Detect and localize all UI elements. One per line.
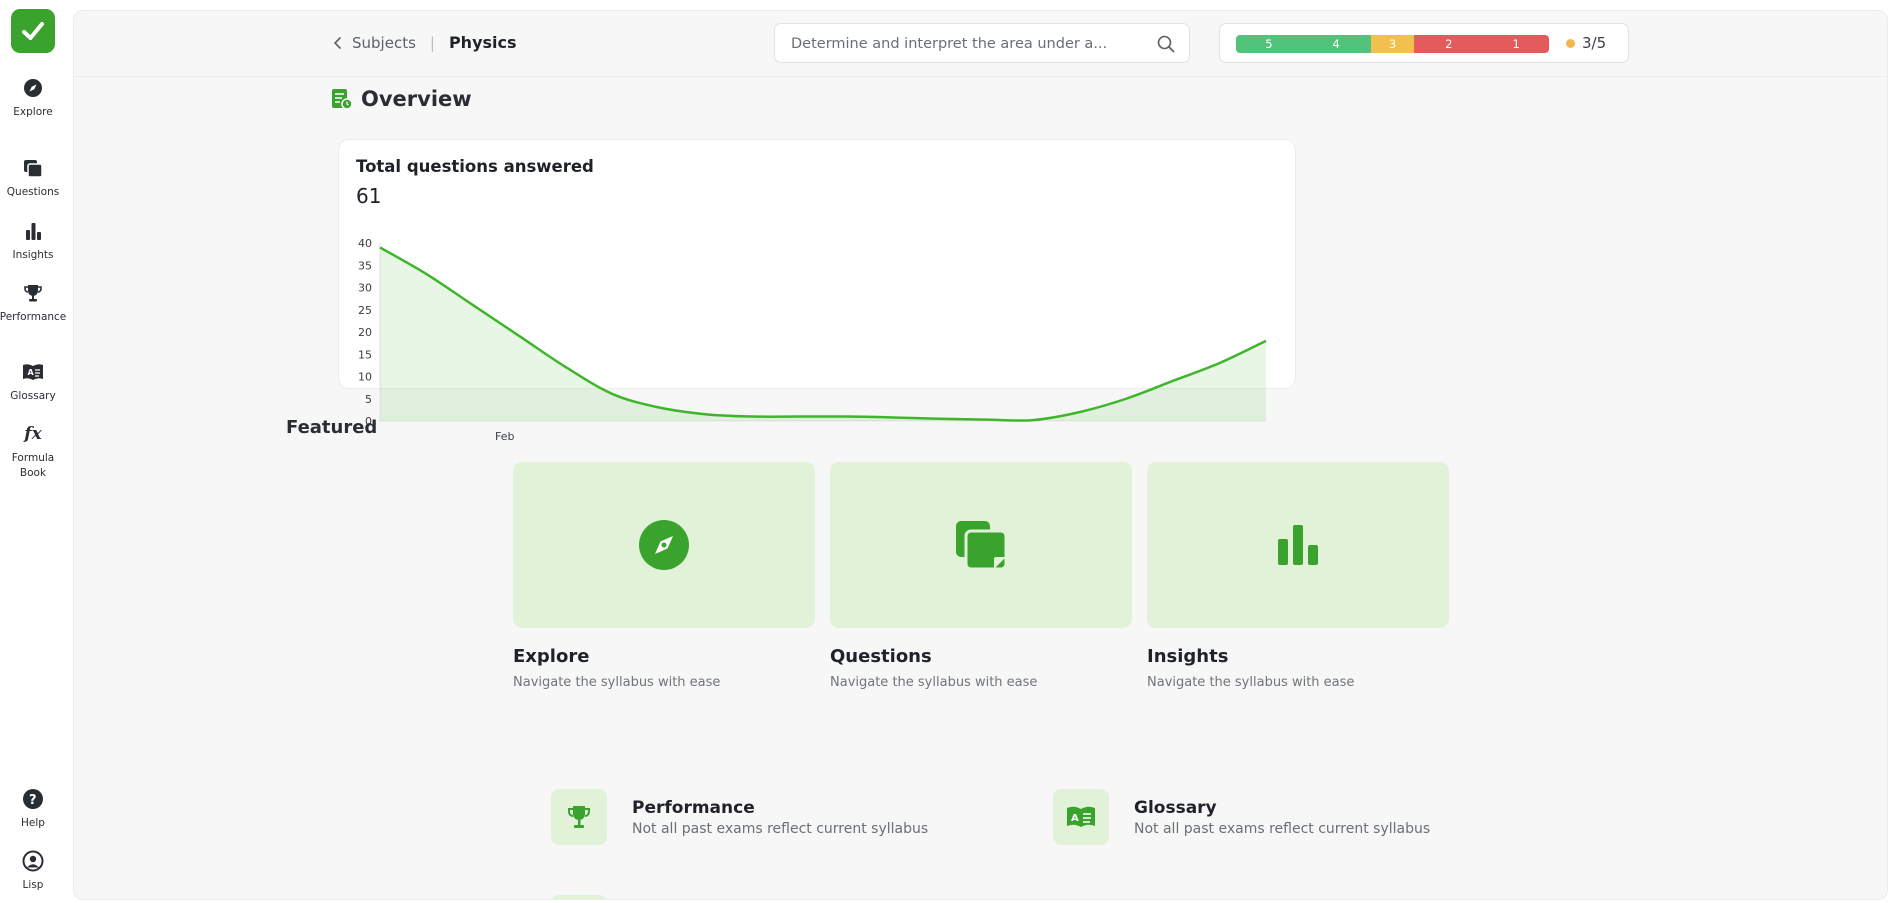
grade-dot (1566, 38, 1575, 48)
help-label: Help (21, 817, 45, 829)
help-button[interactable]: ? Help (0, 787, 66, 831)
card-title: Total questions answered (356, 157, 594, 176)
grade-score-value: 3/5 (1582, 34, 1607, 52)
account-label: Lisp (22, 879, 44, 891)
bar-chart-icon (1147, 462, 1449, 628)
breadcrumb-current: Physics (448, 33, 517, 52)
sidebar-item-insights[interactable]: Insights (0, 219, 66, 263)
cards-icon (830, 462, 1132, 628)
book-icon: A (21, 360, 45, 384)
main-panel: Subjects | Physics 54321 3/5 Overview To… (73, 10, 1888, 900)
fx-icon: fx (24, 424, 42, 444)
grade-segment-5: 5 (1236, 35, 1302, 53)
compass-icon (21, 76, 45, 100)
featured-link-subtitle: Not all past exams reflect current sylla… (1134, 820, 1431, 837)
featured-link-glossary[interactable]: A Glossary Not all past exams reflect cu… (1053, 788, 1430, 846)
y-tick-label: 5 (365, 393, 372, 406)
y-tick-label: 25 (358, 304, 372, 317)
overview-title: Overview (361, 87, 472, 111)
sidebar-item-label: Insights (12, 249, 54, 261)
svg-text:?: ? (29, 793, 37, 808)
check-logo[interactable] (11, 9, 55, 53)
grade-segment-2: 2 (1414, 35, 1484, 53)
sidebar-item-label: Questions (6, 186, 60, 198)
sidebar-item-formula-book[interactable]: fx Formula Book (0, 422, 66, 481)
help-icon: ? (21, 787, 45, 811)
overview-icon (331, 88, 353, 110)
featured-tile-title: Questions (830, 646, 932, 667)
featured-tile-title: Explore (513, 646, 590, 667)
sidebar-item-label: Explore (13, 106, 53, 118)
grade-segment-1: 1 (1483, 35, 1549, 53)
sidebar-item-label: Glossary (10, 390, 56, 402)
featured-tile-title: Insights (1147, 646, 1229, 667)
sidebar-item-label: Formula Book (11, 452, 55, 479)
featured-link-title: Performance (632, 797, 755, 818)
svg-text:A: A (1071, 813, 1079, 824)
search-icon[interactable] (1157, 35, 1175, 53)
overview-heading: Overview (331, 87, 472, 111)
y-tick-label: 20 (358, 326, 372, 339)
series-area (380, 247, 1266, 421)
svg-text:A: A (28, 368, 35, 377)
user-icon (21, 849, 45, 873)
featured-tile-insights[interactable] (1147, 462, 1449, 628)
sidebar-item-explore[interactable]: Explore (0, 76, 66, 120)
sidebar-item-label: Performance (0, 311, 67, 323)
grade-score: 3/5 (1566, 34, 1606, 52)
featured-tile-questions[interactable] (830, 462, 1132, 628)
grade-distribution[interactable]: 54321 3/5 (1219, 23, 1629, 63)
sidebar-item-glossary[interactable]: A Glossary (0, 360, 66, 404)
featured-link-subtitle: Not all past exams reflect current sylla… (632, 820, 929, 837)
breadcrumb: Subjects | Physics (330, 33, 517, 52)
total-questions-value: 61 (356, 184, 382, 208)
x-tick-label: Feb (495, 430, 514, 443)
cards-icon (21, 156, 45, 180)
y-tick-label: 40 (358, 237, 372, 250)
trophy-icon (21, 281, 45, 305)
search-input[interactable] (791, 33, 1141, 55)
featured-link-title: Glossary (1134, 797, 1217, 818)
sidebar-item-performance[interactable]: Performance (0, 281, 66, 325)
breadcrumb-separator: | (429, 33, 435, 52)
featured-title: Featured (286, 417, 378, 438)
y-tick-label: 35 (358, 259, 372, 272)
bar-chart-icon (21, 219, 45, 243)
featured-link-performance[interactable]: Performance Not all past exams reflect c… (551, 788, 928, 846)
questions-area-chart: 0510152025303540Feb (358, 237, 1267, 443)
book-icon: A (1053, 789, 1109, 845)
top-bar: Subjects | Physics 54321 3/5 (74, 11, 1887, 77)
featured-tile-subtitle: Navigate the syllabus with ease (1147, 675, 1355, 690)
featured-tile-explore[interactable] (513, 462, 815, 628)
sidebar: Explore Questions Insights Performance A… (0, 0, 68, 903)
chevron-left-icon[interactable] (330, 35, 346, 51)
y-tick-label: 30 (358, 282, 372, 295)
search-box (774, 23, 1190, 63)
grade-bar: 54321 (1236, 35, 1549, 53)
grade-segment-3: 3 (1370, 35, 1415, 53)
featured-tile-subtitle: Navigate the syllabus with ease (513, 675, 721, 690)
account-button[interactable]: Lisp (0, 849, 66, 893)
featured-link-peek (551, 895, 607, 899)
grade-segment-4: 4 (1301, 35, 1371, 53)
featured-tile-subtitle: Navigate the syllabus with ease (830, 675, 1038, 690)
sidebar-item-questions[interactable]: Questions (0, 156, 66, 200)
y-tick-label: 10 (358, 371, 372, 384)
y-tick-label: 15 (358, 348, 372, 361)
trophy-icon (551, 789, 607, 845)
featured-heading: Featured (286, 417, 377, 438)
breadcrumb-subjects-link[interactable]: Subjects (352, 34, 416, 52)
compass-icon (513, 462, 815, 628)
